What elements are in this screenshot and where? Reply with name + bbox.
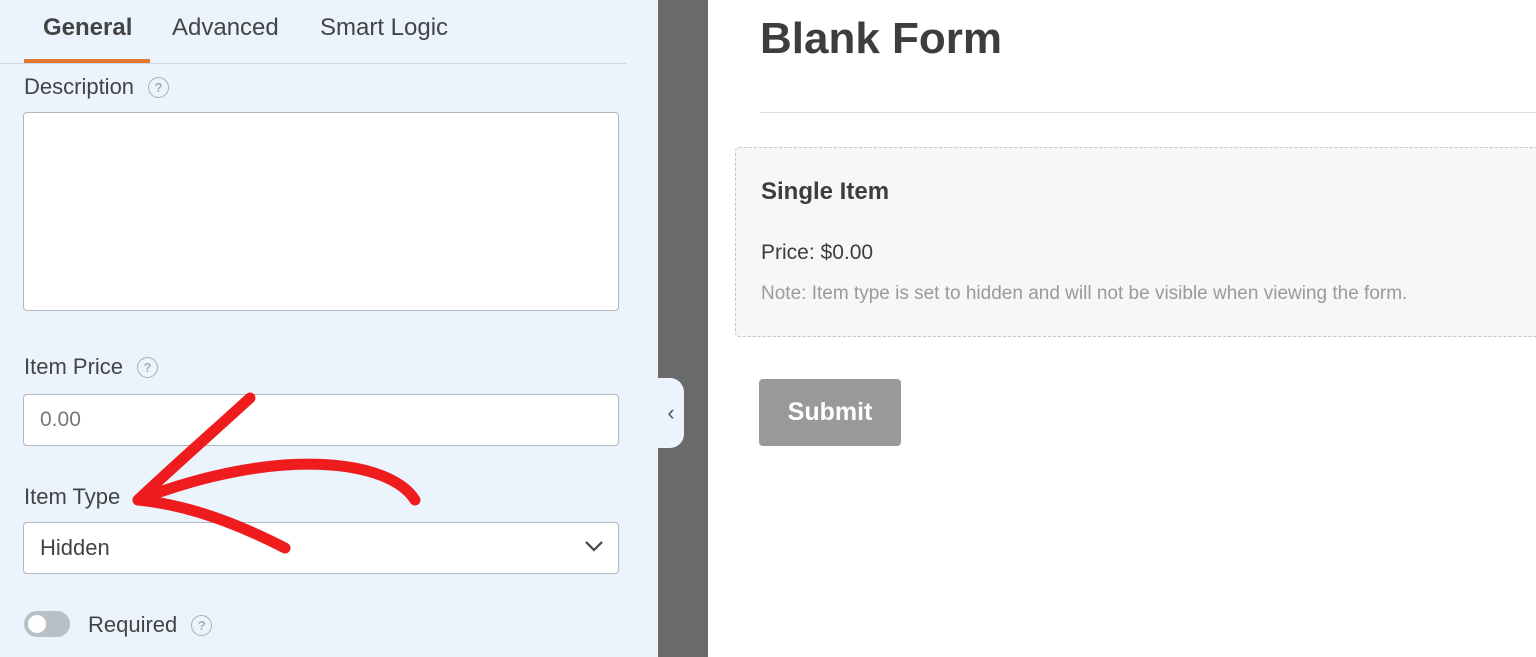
help-icon[interactable]: ? <box>148 76 170 98</box>
help-icon[interactable]: ? <box>137 356 159 378</box>
description-textarea[interactable] <box>23 112 619 311</box>
price-text: Price: $0.00 <box>761 241 874 264</box>
toggle-knob <box>28 615 46 633</box>
tab-smart-logic[interactable]: Smart Logic <box>320 14 448 42</box>
item-price-label: Item Price ? <box>24 354 159 380</box>
item-type-label-text: Item Type <box>24 484 121 509</box>
title-divider <box>760 112 1536 113</box>
item-price-input[interactable]: 0.00 <box>23 394 619 446</box>
item-type-label: Item Type <box>24 484 120 510</box>
item-price-label-text: Item Price <box>24 354 124 379</box>
options-tabs: General Advanced Smart Logic <box>0 0 626 64</box>
required-toggle[interactable] <box>24 611 70 637</box>
form-title: Blank Form <box>760 14 1003 63</box>
tab-advanced[interactable]: Advanced <box>172 14 279 42</box>
collapse-panel-button[interactable]: ‹ <box>658 378 684 448</box>
description-label: Description ? <box>24 74 170 100</box>
description-label-text: Description <box>24 74 135 99</box>
field-options-panel: General Advanced Smart Logic Description… <box>0 0 658 657</box>
item-type-selected-value: Hidden <box>40 535 110 560</box>
required-label-text: Required <box>88 612 178 637</box>
submit-button[interactable]: Submit <box>759 379 901 446</box>
item-type-select[interactable]: Hidden <box>23 522 619 574</box>
field-title: Single Item <box>761 178 890 205</box>
tab-general[interactable]: General <box>43 14 132 42</box>
required-label: Required ? <box>88 612 213 638</box>
chevron-down-icon <box>585 541 603 552</box>
single-item-field[interactable]: Single Item Price: $0.00 Note: Item type… <box>735 147 1536 337</box>
help-icon[interactable]: ? <box>191 614 213 636</box>
panel-divider <box>658 0 708 657</box>
hidden-note: Note: Item type is set to hidden and wil… <box>761 283 1408 304</box>
active-tab-indicator <box>24 59 150 63</box>
chevron-left-icon: ‹ <box>667 400 675 425</box>
form-preview: Blank Form Single Item Price: $0.00 Note… <box>708 0 1536 657</box>
